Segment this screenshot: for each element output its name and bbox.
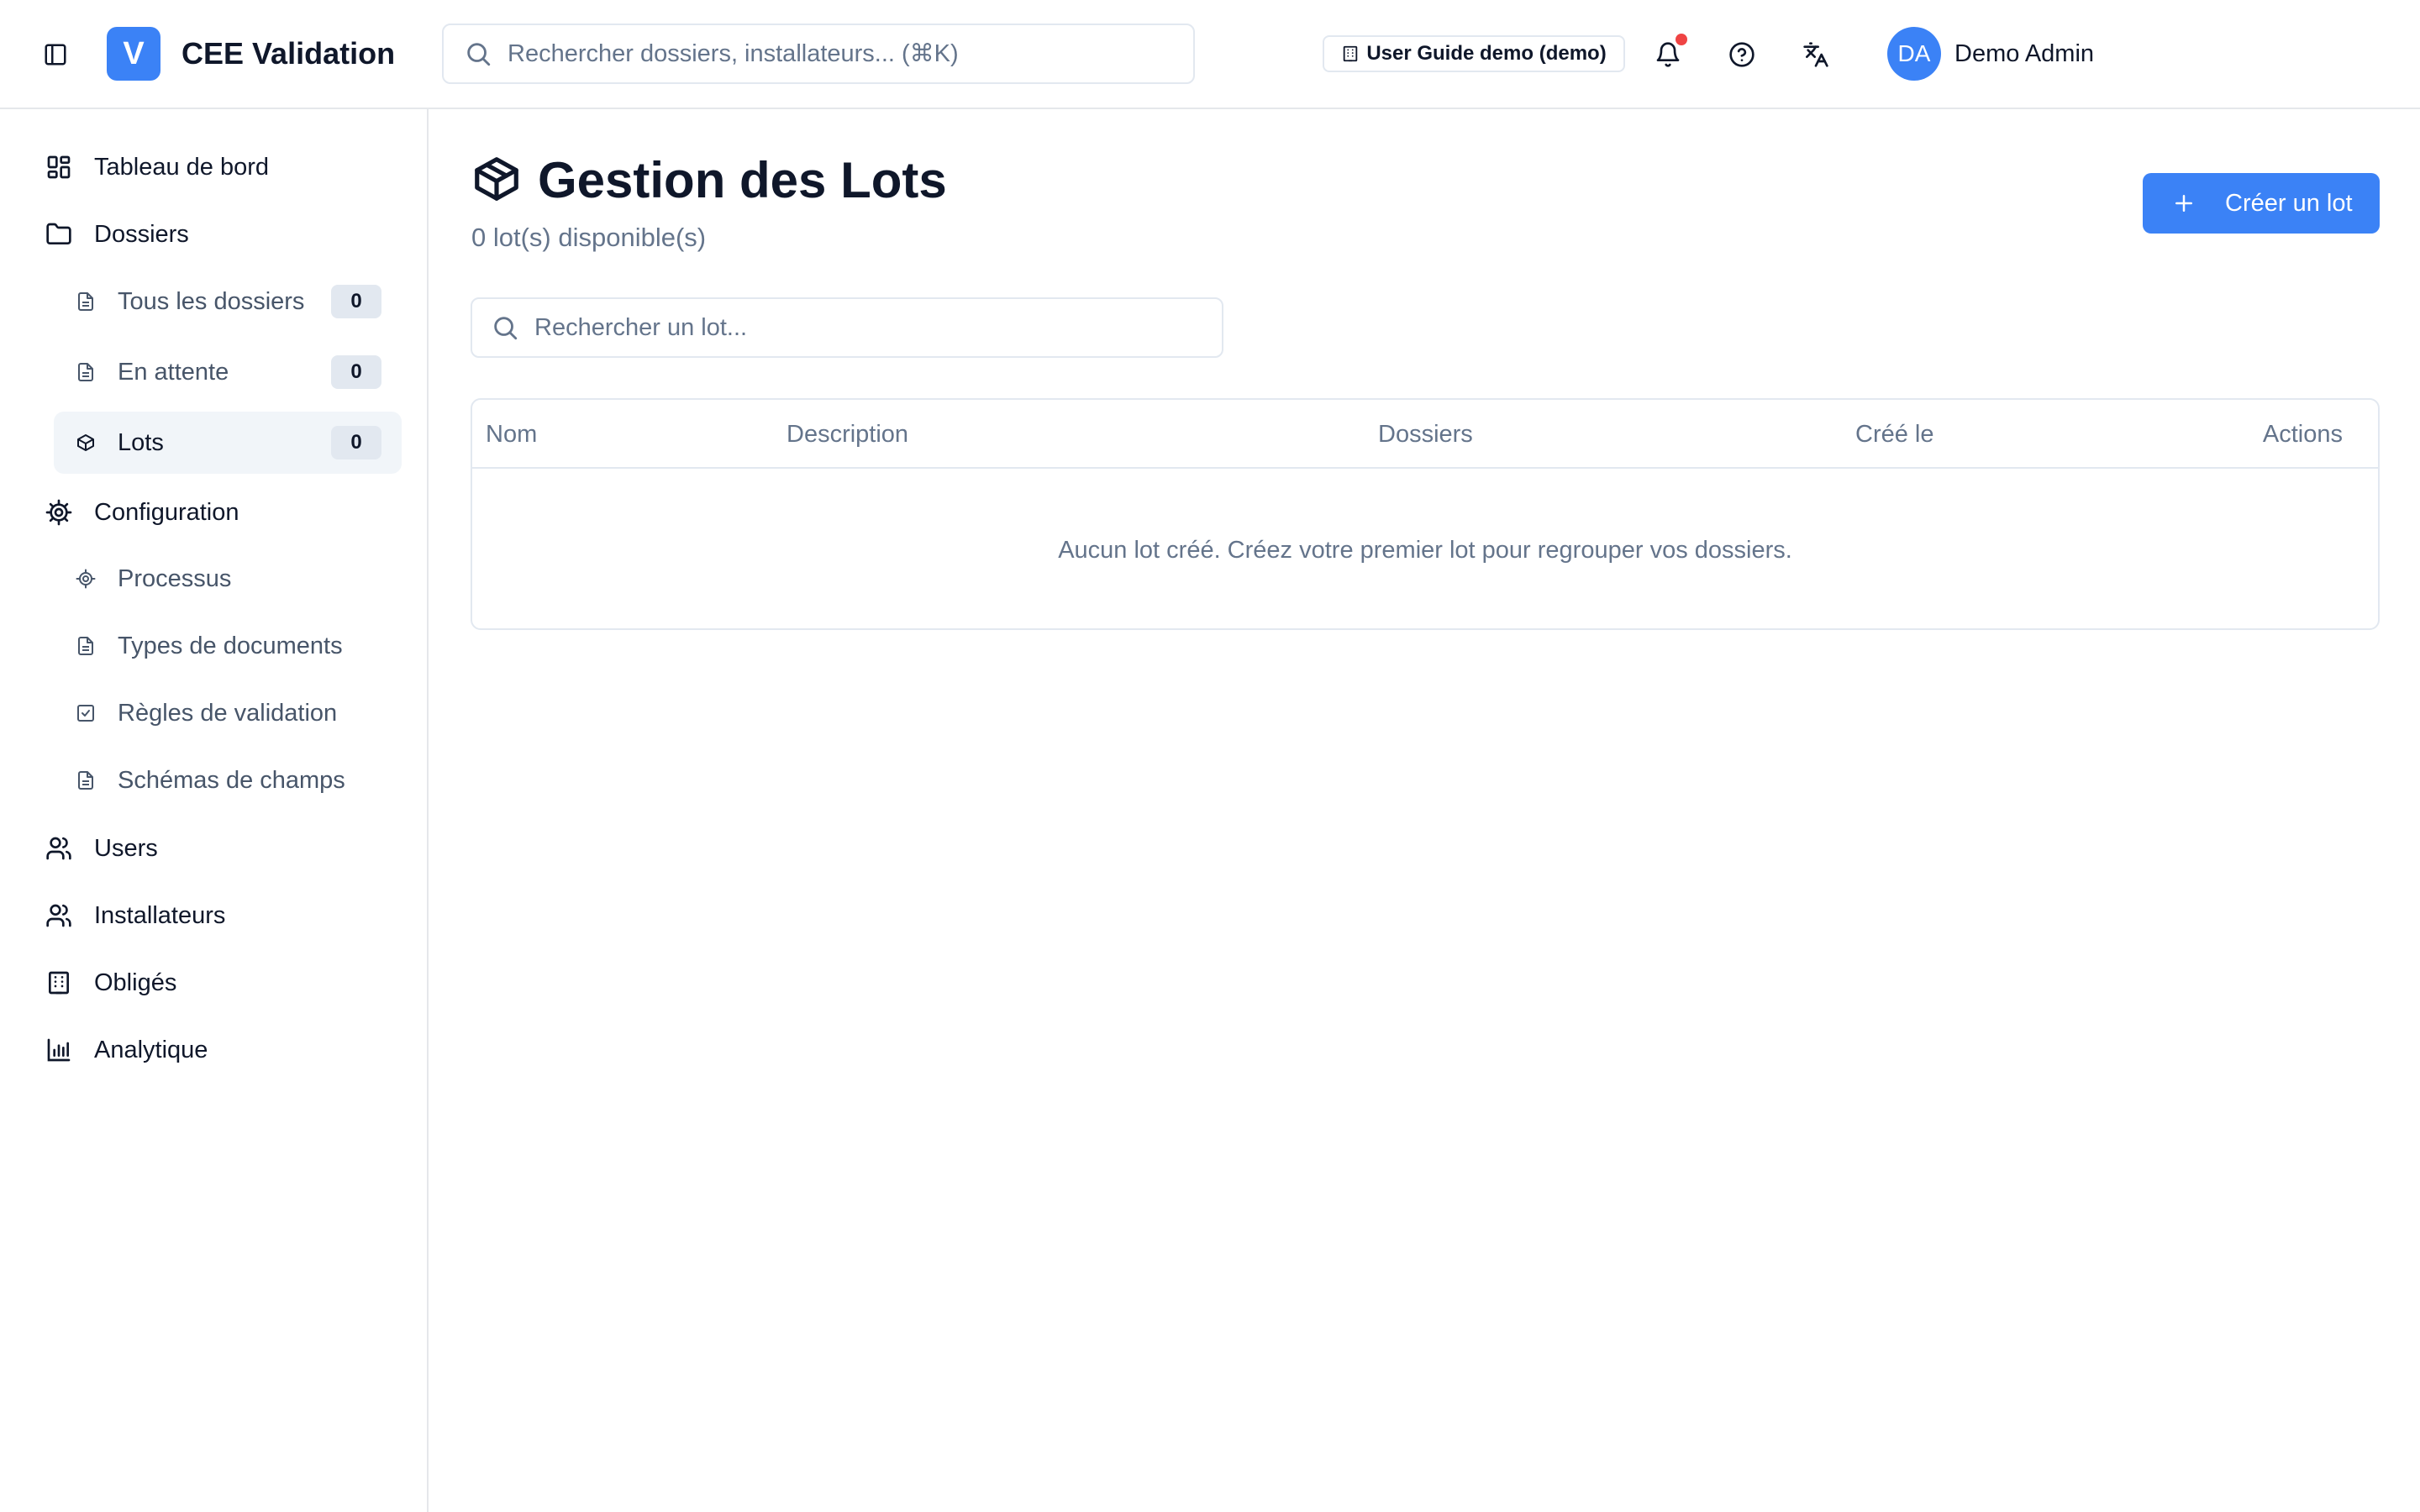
column-header-dossiers[interactable]: Dossiers — [1378, 400, 1473, 469]
bell-icon — [1656, 42, 1680, 67]
lot-search-input[interactable] — [534, 313, 1222, 342]
count-badge: 0 — [331, 426, 381, 459]
help-circle-icon — [1729, 42, 1754, 67]
sidebar-item-processus[interactable]: Processus — [54, 548, 402, 610]
column-header-created[interactable]: Créé le — [1855, 400, 1934, 469]
notification-dot — [1676, 34, 1687, 45]
top-header: V CEE Validation User Guide demo (demo) … — [0, 0, 2420, 109]
sidebar-item-label: Users — [94, 834, 158, 862]
app-logo[interactable]: V — [107, 27, 160, 81]
gear-icon — [45, 499, 72, 526]
sidebar-item-label: Obligés — [94, 969, 177, 996]
column-header-description[interactable]: Description — [786, 400, 908, 469]
create-lot-button[interactable]: Créer un lot — [2143, 173, 2380, 234]
sidebar-item-label: Processus — [118, 564, 232, 592]
translate-icon — [1803, 42, 1828, 67]
sidebar-item-pending[interactable]: En attente 0 — [54, 341, 402, 403]
count-badge: 0 — [331, 285, 381, 318]
sidebar-item-label: Types de documents — [118, 632, 343, 659]
create-lot-label: Créer un lot — [2225, 189, 2353, 217]
sidebar-item-label: En attente — [118, 358, 229, 386]
sidebar-item-label: Configuration — [94, 498, 239, 526]
users-icon — [46, 837, 71, 860]
sidebar-item-configuration[interactable]: Configuration — [30, 483, 400, 542]
notifications-button[interactable] — [1647, 34, 1689, 76]
lots-table: Nom Description Dossiers Créé le Actions… — [471, 398, 2380, 630]
help-button[interactable] — [1721, 34, 1763, 76]
plus-icon — [2175, 195, 2192, 212]
bar-chart-icon — [47, 1038, 71, 1062]
table-empty-message: Aucun lot créé. Créez votre premier lot … — [1058, 536, 1792, 564]
language-button[interactable] — [1795, 34, 1837, 76]
building-icon — [49, 971, 69, 995]
table-header: Nom Description Dossiers Créé le Actions — [472, 400, 2378, 469]
tenant-badge[interactable]: User Guide demo (demo) — [1323, 35, 1625, 72]
sidebar-item-label: Dossiers — [94, 220, 189, 248]
sidebar-item-label: Schémas de champs — [118, 766, 345, 794]
building-icon — [1344, 45, 1358, 62]
sidebar-item-validation-rules[interactable]: Règles de validation — [54, 682, 402, 744]
sidebar-toggle-button[interactable] — [37, 36, 74, 73]
count-badge: 0 — [331, 355, 381, 389]
package-icon — [77, 434, 94, 451]
search-icon — [494, 317, 518, 340]
dashboard-icon — [47, 155, 71, 179]
sidebar-item-label: Règles de validation — [118, 699, 338, 727]
app-title: CEE Validation — [182, 36, 396, 71]
package-icon — [475, 157, 518, 201]
sidebar: Tableau de bord Dossiers Tous les dossie… — [0, 109, 429, 1512]
page-title: Gestion des Lots — [538, 151, 947, 208]
global-search-box[interactable] — [442, 24, 1195, 84]
file-icon — [78, 771, 93, 790]
sidebar-item-field-schemas[interactable]: Schémas de champs — [54, 749, 402, 811]
tenant-badge-label: User Guide demo (demo) — [1366, 42, 1607, 65]
sidebar-item-label: Analytique — [94, 1036, 208, 1063]
sidebar-item-dashboard[interactable]: Tableau de bord — [30, 138, 400, 197]
sidebar-toggle-icon — [45, 44, 66, 66]
page-subtitle: 0 lot(s) disponible(s) — [471, 223, 707, 252]
sidebar-item-lots[interactable]: Lots 0 — [54, 412, 402, 474]
sidebar-item-analytique[interactable]: Analytique — [30, 1021, 400, 1079]
sidebar-item-installateurs[interactable]: Installateurs — [30, 886, 400, 945]
column-header-actions: Actions — [2262, 420, 2343, 448]
file-icon — [78, 363, 93, 381]
sidebar-item-label: Lots — [118, 428, 164, 456]
users-icon — [46, 904, 71, 927]
sidebar-item-dossiers[interactable]: Dossiers — [30, 205, 400, 264]
search-icon — [467, 43, 491, 66]
sidebar-item-label: Tous les dossiers — [118, 287, 305, 315]
sidebar-item-users[interactable]: Users — [30, 819, 400, 878]
file-icon — [78, 637, 93, 655]
folder-icon — [46, 223, 71, 244]
gear-icon — [76, 569, 96, 589]
column-header-nom[interactable]: Nom — [486, 400, 537, 469]
sidebar-item-label: Tableau de bord — [94, 153, 269, 181]
global-search-input[interactable] — [508, 39, 1193, 68]
sidebar-item-obliges[interactable]: Obligés — [30, 953, 400, 1012]
check-square-icon — [77, 705, 94, 722]
lot-search-box[interactable] — [471, 297, 1223, 358]
file-icon — [78, 292, 93, 311]
sidebar-item-all-dossiers[interactable]: Tous les dossiers 0 — [54, 270, 402, 333]
user-avatar[interactable]: DA — [1887, 27, 1941, 81]
sidebar-item-label: Installateurs — [94, 901, 226, 929]
user-name[interactable]: Demo Admin — [1954, 34, 2094, 74]
sidebar-item-document-types[interactable]: Types de documents — [54, 615, 402, 677]
